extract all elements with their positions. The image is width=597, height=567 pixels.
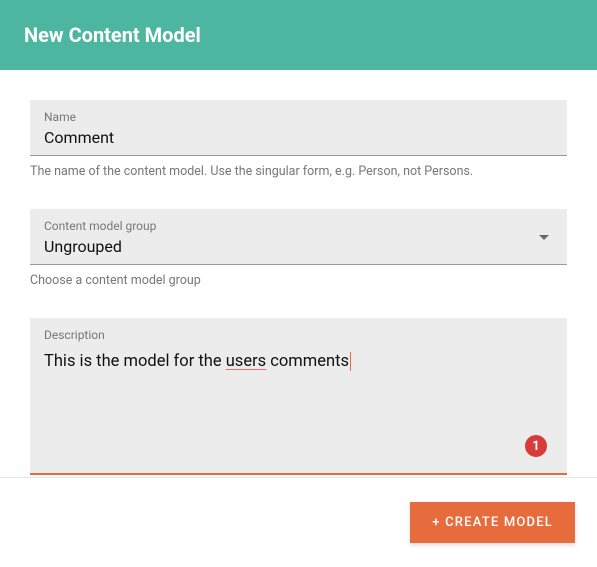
dialog-footer: + CREATE MODEL — [0, 477, 597, 567]
name-helper: The name of the content model. Use the s… — [30, 164, 567, 179]
create-model-button[interactable]: + CREATE MODEL — [410, 502, 575, 543]
description-input-box[interactable]: Description This is the model for the us… — [30, 318, 567, 475]
form-body: Name The name of the content model. Use … — [0, 70, 597, 475]
description-text-spell: users — [226, 352, 266, 371]
text-cursor — [350, 352, 351, 371]
group-field-group: Content model group Ungrouped Choose a c… — [30, 209, 567, 288]
name-label: Name — [44, 110, 553, 124]
name-input-box[interactable]: Name — [30, 100, 567, 156]
group-label: Content model group — [44, 219, 539, 233]
description-textarea[interactable]: This is the model for the users comments — [44, 352, 553, 371]
description-label: Description — [44, 328, 553, 342]
dialog-header: New Content Model — [0, 0, 597, 70]
description-text-post: comments — [266, 352, 349, 371]
description-field-group: Description This is the model for the us… — [30, 318, 567, 475]
notification-badge[interactable]: 1 — [525, 435, 547, 457]
group-select[interactable]: Content model group Ungrouped — [30, 209, 567, 265]
name-input[interactable] — [44, 128, 553, 147]
name-field-group: Name The name of the content model. Use … — [30, 100, 567, 179]
dialog-title: New Content Model — [24, 23, 201, 47]
description-text-pre: This is the model for the — [44, 352, 226, 371]
chevron-down-icon — [539, 235, 549, 240]
group-select-content: Content model group Ungrouped — [44, 219, 539, 256]
group-helper: Choose a content model group — [30, 273, 567, 288]
group-value: Ungrouped — [44, 237, 539, 256]
